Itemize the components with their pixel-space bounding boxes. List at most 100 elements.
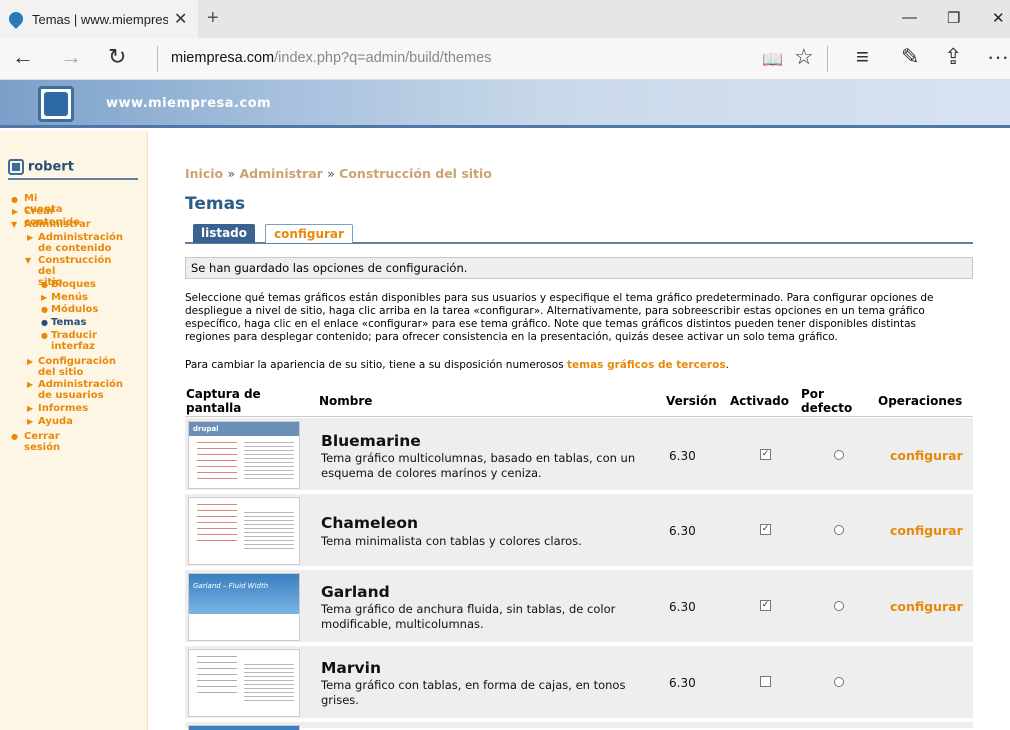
breadcrumb-inicio[interactable]: Inicio (185, 166, 223, 181)
menu-label-line1: Traducir (51, 330, 97, 341)
third-party-suffix: . (725, 359, 729, 371)
user-icon (8, 159, 24, 175)
menu-label-line1: Configuración (38, 356, 117, 367)
menu-item-traducir-interfaz[interactable]: Traducir interfaz (51, 330, 97, 352)
username: robert (27, 159, 74, 175)
expanded-arrow-icon: ▼ (25, 256, 32, 265)
menu-item-modulos[interactable]: Módulos (51, 304, 98, 315)
menu-label-line1: Administración (38, 379, 124, 390)
minimize-icon[interactable]: — (902, 9, 917, 26)
header-default-line1: Por (801, 387, 824, 401)
url-host: miempresa.com (171, 50, 275, 66)
more-icon[interactable]: ··· (987, 46, 1009, 68)
menu-item-administracion-usuarios[interactable]: Administración de usuarios (38, 379, 123, 401)
menu-item-cerrar-sesion[interactable]: Cerrar sesión (24, 431, 60, 453)
table-row (185, 722, 973, 730)
header-name: Nombre (319, 394, 373, 408)
tab-configurar[interactable]: configurar (265, 224, 353, 243)
enabled-checkbox[interactable]: ✓ (760, 600, 771, 611)
third-party-paragraph: Para cambiar la apariencia de su sitio, … (185, 359, 729, 372)
table-row: drupal Bluemarine Tema gráfico multicolu… (185, 418, 973, 492)
menu-label-line2: de usuarios (38, 390, 104, 401)
browser-tab[interactable]: Temas | www.miempresa ✕ (0, 0, 198, 38)
window-close-icon[interactable]: ✕ (992, 9, 1005, 27)
theme-description: Tema gráfico de anchura fluida, sin tabl… (321, 602, 616, 631)
theme-name: Marvin (321, 659, 381, 677)
breadcrumb-separator: » (227, 166, 236, 181)
collapsed-arrow-icon: ▶ (27, 417, 34, 426)
new-tab-icon[interactable]: + (207, 7, 219, 30)
theme-screenshot (188, 497, 300, 565)
menu-label-line1: Construcción del (38, 255, 112, 277)
bullet-icon: ● (41, 331, 48, 340)
menu-item-menus[interactable]: Menús (51, 292, 88, 303)
drupal-favicon-icon (6, 9, 26, 29)
site-name[interactable]: www.miempresa.com (106, 96, 271, 111)
favorite-star-icon[interactable]: ☆ (794, 46, 814, 68)
configure-link[interactable]: configurar (890, 523, 963, 538)
breadcrumb: Inicio » Administrar » Construcción del … (185, 166, 492, 181)
theme-screenshot: drupal (188, 421, 300, 489)
default-radio[interactable] (834, 677, 844, 687)
menu-item-bloques[interactable]: Bloques (51, 279, 96, 290)
default-radio[interactable] (834, 525, 844, 535)
menu-item-informes[interactable]: Informes (38, 403, 88, 414)
restore-icon[interactable]: ❐ (947, 9, 960, 27)
breadcrumb-construccion[interactable]: Construcción del sitio (339, 166, 492, 181)
hub-icon[interactable]: ≡ (856, 46, 869, 68)
status-message: Se han guardado las opciones de configur… (185, 257, 973, 279)
page-title: Temas (185, 194, 246, 214)
default-radio[interactable] (834, 601, 844, 611)
enabled-checkbox[interactable] (760, 676, 771, 687)
configure-link[interactable]: configurar (890, 448, 963, 463)
breadcrumb-administrar[interactable]: Administrar (240, 166, 323, 181)
bullet-icon: ● (41, 305, 48, 314)
site-logo-icon[interactable] (38, 86, 74, 122)
intro-line: Seleccione qué temas gráficos están disp… (185, 292, 934, 304)
table-row: Marvin Tema gráfico con tablas, en forma… (185, 646, 973, 720)
theme-name: Bluemarine (321, 432, 421, 450)
menu-item-temas[interactable]: Temas (51, 317, 86, 328)
menu-item-administrar[interactable]: Administrar (24, 219, 91, 230)
theme-description: Tema gráfico multicolumnas, basado en ta… (321, 451, 636, 480)
collapsed-arrow-icon: ▶ (27, 233, 34, 242)
theme-version: 6.30 (669, 524, 696, 538)
third-party-themes-link[interactable]: temas gráficos de terceros (567, 359, 726, 371)
enabled-checkbox[interactable]: ✓ (760, 524, 771, 535)
breadcrumb-separator: » (327, 166, 335, 181)
theme-version: 6.30 (669, 449, 696, 463)
expanded-arrow-icon: ▼ (11, 220, 18, 229)
toolbar-divider (827, 46, 828, 72)
intro-line: específico, haga clic en el enlace «conf… (185, 318, 916, 330)
share-icon[interactable]: ⇪ (944, 46, 962, 68)
screenshot-label: Garland – Fluid Width (193, 582, 269, 590)
header-stripe (0, 125, 1010, 128)
back-icon[interactable]: ← (12, 46, 34, 68)
tab-close-icon[interactable]: ✕ (174, 9, 187, 29)
header-default: Por defecto (801, 387, 852, 415)
theme-screenshot (188, 649, 300, 717)
configure-link[interactable]: configurar (890, 599, 963, 614)
theme-version: 6.30 (669, 600, 696, 614)
menu-item-administracion-contenido[interactable]: Administración de contenido (38, 232, 123, 254)
theme-screenshot: Garland – Fluid Width (188, 573, 300, 641)
reading-view-icon[interactable]: 📖 (762, 49, 783, 71)
intro-line: regiones para desplegar contenido; para … (185, 331, 838, 343)
intro-line: despliegue a nivel de sitio, haga clic a… (185, 305, 925, 317)
enabled-checkbox[interactable]: ✓ (760, 449, 771, 460)
bullet-icon: ● (11, 195, 18, 204)
default-radio[interactable] (834, 450, 844, 460)
forward-icon[interactable]: → (60, 46, 82, 68)
address-bar[interactable]: miempresa.com/index.php?q=admin/build/th… (171, 50, 491, 66)
collapsed-arrow-icon: ▶ (41, 293, 48, 302)
web-note-icon[interactable]: ✎ (901, 46, 919, 68)
menu-label-line1: Administración (38, 232, 124, 243)
refresh-icon[interactable]: ↻ (108, 46, 126, 68)
screenshot-label: drupal (193, 425, 219, 433)
menu-item-ayuda[interactable]: Ayuda (38, 416, 73, 427)
tab-listado[interactable]: listado (193, 224, 255, 243)
menu-label-line2: de contenido (38, 243, 112, 254)
tab-title: Temas | www.miempresa (32, 12, 168, 27)
menu-item-configuracion-sitio[interactable]: Configuración del sitio (38, 356, 116, 378)
header-screenshot: Captura de pantalla (186, 387, 261, 415)
